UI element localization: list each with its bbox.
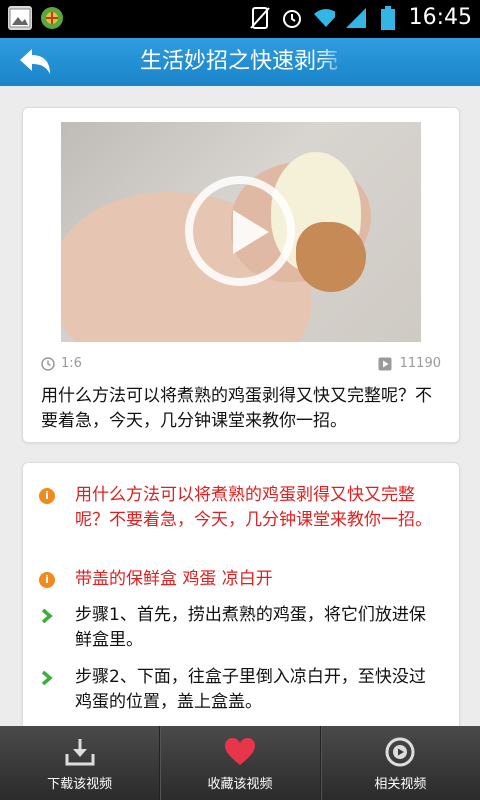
video-thumbnail[interactable] [61,122,421,342]
step-text: 步骤1、首先，捞出煮熟的鸡蛋，将它们放进保鲜盒里。 [75,605,426,650]
related-label: 相关视频 [374,777,427,792]
chevron-right-icon [41,608,53,624]
related-video-icon [385,737,415,767]
signal-icon [345,6,367,30]
no-sim-icon [249,6,271,30]
chevron-right-icon [41,670,53,686]
favorite-button[interactable]: 收藏该视频 [159,726,319,800]
back-arrow-icon [20,49,50,74]
ingredients-text: 带盖的保鲜盒 鸡蛋 凉白开 [75,569,273,589]
bottom-toolbar: 下载该视频 收藏该视频 相关视频 [0,726,480,800]
download-button[interactable]: 下载该视频 [0,726,159,800]
battery-icon [377,5,399,30]
play-count-icon [378,357,392,370]
title-bar: 生活妙招之快速剥壳 [0,38,480,86]
play-icon[interactable] [185,176,295,286]
favorite-label: 收藏该视频 [207,777,273,792]
page-title: 生活妙招之快速剥壳 [140,49,339,74]
app-notification-icon [40,6,64,30]
view-count: 11190 [399,356,441,371]
download-label: 下载该视频 [47,777,113,792]
video-description: 用什么方法可以将煮熟的鸡蛋剥得又快又完整呢？不要着急，今天，几分钟课堂来教你一招… [41,386,432,431]
info-icon: i [39,488,55,504]
back-button[interactable] [14,44,64,80]
clock: 16:45 [408,5,472,30]
alarm-icon [281,6,303,30]
related-videos-button[interactable]: 相关视频 [319,726,480,800]
step-text: 步骤2、下面，往盒子里倒入凉白开，至快没过鸡蛋的位置，盖上盒盖。 [75,667,426,712]
info-icon: i [39,572,55,588]
heart-icon [224,738,255,765]
intro-text: 用什么方法可以将煮熟的鸡蛋剥得又快又完整呢？不要着急，今天，几分钟课堂来教你一招… [75,485,432,530]
video-duration: 1:6 [61,356,82,371]
download-icon [65,739,95,766]
status-bar: 16:45 [0,0,480,38]
video-card: 1:6 11190 用什么方法可以将煮熟的鸡蛋剥得又快又完整呢？不要着急，今天，… [22,107,460,443]
video-meta: 1:6 11190 [41,356,441,374]
wifi-icon [313,6,335,30]
image-notification-icon [8,6,32,30]
clock-icon [41,356,55,371]
steps-card: i 用什么方法可以将煮熟的鸡蛋剥得又快又完整呢？不要着急，今天，几分钟课堂来教你… [22,462,460,744]
